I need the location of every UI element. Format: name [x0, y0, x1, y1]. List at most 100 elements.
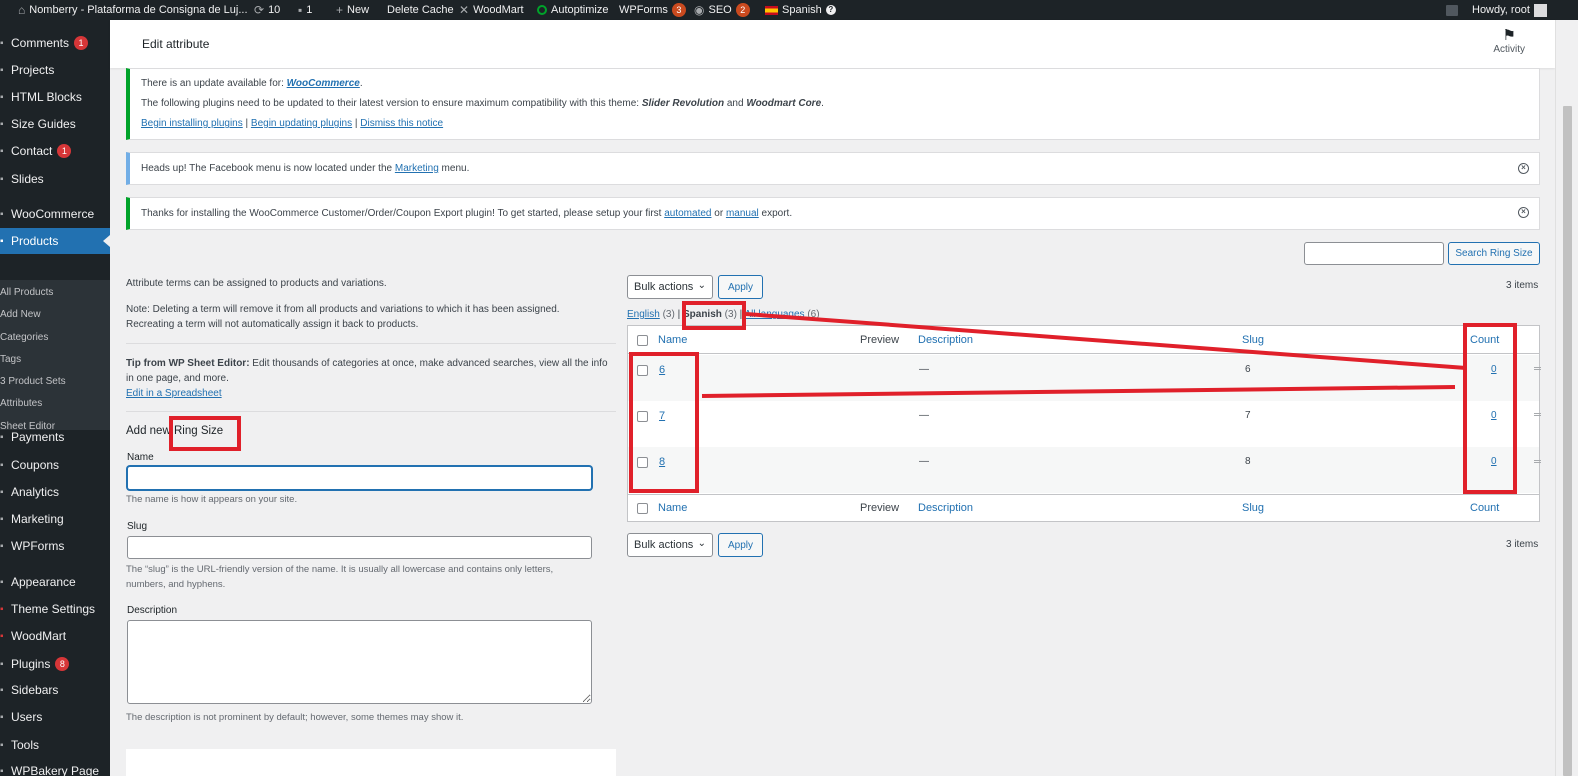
- sidebar-item-comments[interactable]: ▪ Comments 1: [0, 30, 110, 56]
- column-slug[interactable]: Slug: [1242, 334, 1264, 346]
- delete-note-line-1: Note: Deleting a term will remove it fro…: [126, 304, 560, 315]
- column-slug-footer[interactable]: Slug: [1242, 502, 1264, 514]
- seo-badge: 2: [735, 3, 750, 17]
- divider: [126, 343, 616, 344]
- sidebar-item-appearance[interactable]: ▪ Appearance: [0, 569, 110, 595]
- sidebar-item-size-guides[interactable]: ▪ Size Guides: [0, 111, 110, 137]
- sidebar-item-plugins[interactable]: ▪ Plugins 8: [0, 651, 110, 677]
- sidebar-item-users[interactable]: ▪ Users: [0, 704, 110, 730]
- plugins-badge: 8: [55, 657, 70, 671]
- admin-bar-comments[interactable]: ▪ 1: [298, 0, 312, 20]
- automated-link[interactable]: automated: [664, 208, 711, 219]
- dismiss-icon[interactable]: ×: [1518, 207, 1529, 218]
- admin-bar-seo[interactable]: ◉ SEO 2: [694, 0, 750, 20]
- comments-badge: 1: [74, 36, 89, 50]
- slug-input[interactable]: [127, 536, 592, 559]
- begin-installing-link[interactable]: Begin installing plugins: [141, 118, 243, 129]
- dismiss-notice-link[interactable]: Dismiss this notice: [360, 118, 443, 129]
- lang-english-link[interactable]: English: [627, 309, 660, 320]
- admin-bar-wpforms[interactable]: WPForms 3: [619, 0, 686, 20]
- column-count-footer[interactable]: Count: [1470, 502, 1499, 514]
- projects-icon: ▪: [0, 64, 4, 76]
- manual-link[interactable]: manual: [726, 208, 759, 219]
- name-input[interactable]: [127, 466, 592, 490]
- admin-bar-delete-cache[interactable]: Delete Cache: [387, 0, 454, 20]
- submenu-categories[interactable]: Categories: [0, 332, 48, 343]
- bulk-actions-select-top[interactable]: Bulk actions ⌄: [627, 275, 713, 299]
- submenu-product-sets[interactable]: 3 Product Sets: [0, 376, 66, 387]
- sidebar-item-label: Marketing: [11, 512, 64, 526]
- marketing-link[interactable]: Marketing: [395, 163, 439, 174]
- admin-bar-new[interactable]: + New: [336, 0, 369, 20]
- admin-bar-site[interactable]: ⌂ Nomberry - Plataforma de Consigna de L…: [18, 0, 248, 20]
- woocommerce-icon: ▪: [0, 208, 4, 220]
- users-icon: ▪: [0, 711, 4, 723]
- submenu-add-new[interactable]: Add New: [0, 309, 41, 320]
- column-name[interactable]: Name: [658, 334, 687, 346]
- lang-all-link[interactable]: All languages: [745, 309, 805, 320]
- column-description[interactable]: Description: [918, 334, 973, 346]
- plugins-icon: ▪: [0, 658, 4, 670]
- sidebar-item-tools[interactable]: ▪ Tools: [0, 732, 110, 758]
- drag-handle-icon[interactable]: [1534, 367, 1541, 370]
- dismiss-icon[interactable]: ×: [1518, 163, 1529, 174]
- flag-icon: ⚑: [1502, 27, 1516, 44]
- notice-text: There is an update available for:: [141, 78, 287, 89]
- marketing-icon: ▪: [0, 513, 4, 525]
- column-description-footer[interactable]: Description: [918, 502, 973, 514]
- sidebar-item-marketing[interactable]: ▪ Marketing: [0, 506, 110, 532]
- sidebar-item-products[interactable]: ▪ Products: [0, 228, 110, 254]
- coupons-icon: ▪: [0, 459, 4, 471]
- sidebar-item-analytics[interactable]: ▪ Analytics: [0, 479, 110, 505]
- sidebar-item-woocommerce[interactable]: ▪ WooCommerce: [0, 201, 110, 227]
- sidebar-item-sidebars[interactable]: ▪ Sidebars: [0, 677, 110, 703]
- sidebar-item-label: Products: [11, 234, 59, 248]
- activity-button[interactable]: ⚑ Activity: [1493, 27, 1525, 56]
- sidebar-item-contact[interactable]: ▪ Contact 1: [0, 138, 110, 164]
- activity-label: Activity: [1493, 44, 1525, 55]
- sidebar-item-wpforms[interactable]: ▪ WPForms: [0, 533, 110, 559]
- analytics-icon: ▪: [0, 486, 4, 498]
- sidebar-item-payments[interactable]: ▪ Payments: [0, 424, 110, 450]
- term-description: —: [919, 456, 929, 467]
- description-textarea[interactable]: [127, 620, 592, 704]
- sidebar-item-woodmart[interactable]: ▪ WoodMart: [0, 623, 110, 649]
- drag-handle-icon[interactable]: [1534, 413, 1541, 416]
- tip-label: Tip from WP Sheet Editor:: [126, 358, 250, 369]
- sidebar-item-label: Appearance: [11, 575, 76, 589]
- woocommerce-link[interactable]: WooCommerce: [287, 78, 360, 89]
- begin-updating-link[interactable]: Begin updating plugins: [251, 118, 352, 129]
- notice-text: .: [359, 78, 363, 89]
- apply-button-top[interactable]: Apply: [718, 275, 763, 299]
- search-terms-input[interactable]: [1304, 242, 1444, 265]
- admin-bar-woodmart[interactable]: ✕ WoodMart: [459, 0, 524, 20]
- scrollbar-thumb[interactable]: [1563, 106, 1572, 776]
- sidebar-item-projects[interactable]: ▪ Projects: [0, 57, 110, 83]
- annotation-box-counts: [1463, 323, 1517, 494]
- sidebar-item-label: HTML Blocks: [11, 90, 82, 104]
- sidebar-item-html-blocks[interactable]: ▪ HTML Blocks: [0, 84, 110, 110]
- sidebar-item-theme-settings[interactable]: ▪ Theme Settings: [0, 596, 110, 622]
- select-all-checkbox-footer[interactable]: [637, 503, 648, 514]
- select-all-checkbox[interactable]: [637, 335, 648, 346]
- search-ring-size-button[interactable]: Search Ring Size: [1448, 242, 1540, 265]
- woocommerce-update-line: There is an update available for: WooCom…: [141, 78, 363, 89]
- edit-in-spreadsheet-link[interactable]: Edit in a Spreadsheet: [126, 388, 222, 399]
- admin-bar-account[interactable]: Howdy, root: [1446, 0, 1547, 20]
- sidebar-item-slides[interactable]: ▪ Slides: [0, 166, 110, 192]
- submenu-all-products[interactable]: All Products: [0, 287, 53, 298]
- items-count-top: 3 items: [1506, 280, 1539, 291]
- sidebar-item-coupons[interactable]: ▪ Coupons: [0, 452, 110, 478]
- admin-bar-language[interactable]: Spanish ?: [765, 0, 836, 20]
- column-name-footer[interactable]: Name: [658, 502, 687, 514]
- drag-handle-icon[interactable]: [1534, 460, 1541, 463]
- admin-bar-autoptimize[interactable]: Autoptimize: [537, 0, 608, 20]
- bulk-actions-select-bottom[interactable]: Bulk actions ⌄: [627, 533, 713, 557]
- page-scrollbar[interactable]: [1555, 20, 1578, 776]
- admin-bar-updates[interactable]: ⟳ 10: [254, 0, 280, 20]
- submenu-attributes[interactable]: Attributes: [0, 398, 42, 409]
- sidebar-item-wpbakery[interactable]: ▪ WPBakery Page: [0, 758, 110, 776]
- comments-count: 1: [306, 4, 313, 16]
- apply-button-bottom[interactable]: Apply: [718, 533, 763, 557]
- submenu-tags[interactable]: Tags: [0, 354, 21, 365]
